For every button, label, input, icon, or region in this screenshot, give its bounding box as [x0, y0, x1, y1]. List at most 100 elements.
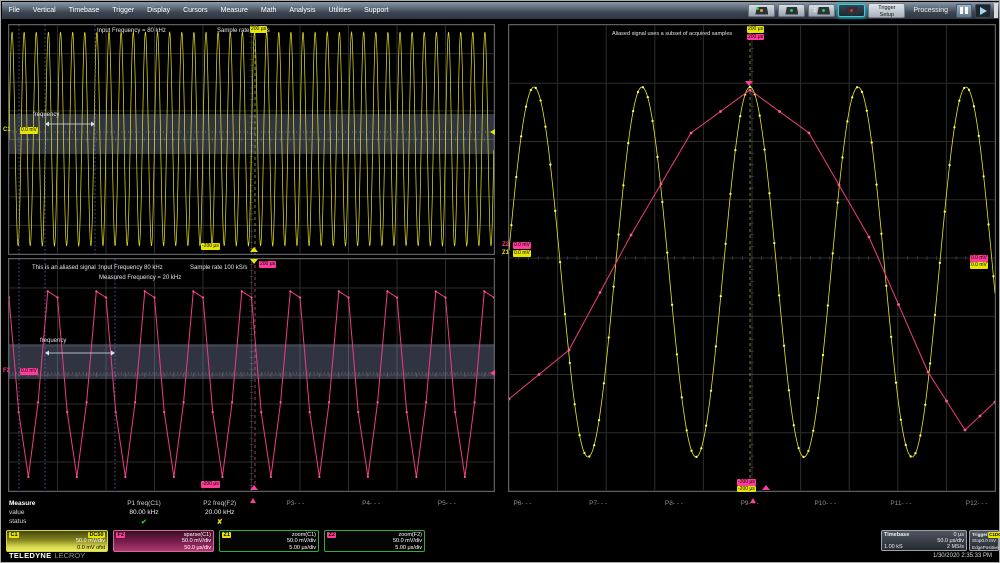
measure-value: 20.00 kHz — [205, 509, 235, 516]
brand-logo: TELEDYNE LECROY — [9, 551, 85, 560]
trigger-setup-button[interactable]: Trigger Setup — [868, 3, 906, 18]
measure-column-p2[interactable]: P2 freq(F2) 20.00 kHz ✘ — [203, 500, 236, 527]
status-check-icon: ✔ — [141, 519, 147, 526]
status-empty — [589, 518, 607, 527]
grid-panel-f2[interactable]: This is an aliased signal : Input Freque… — [3, 258, 495, 492]
menu-item-math[interactable]: Math — [254, 7, 283, 14]
measure-value — [665, 509, 683, 518]
menu-item-utilities[interactable]: Utilities — [322, 7, 358, 14]
menu-item-timebase[interactable]: Timebase — [62, 7, 105, 14]
measure-label: P6- - - — [513, 500, 532, 507]
measure-value — [741, 509, 759, 518]
trigger-descriptor[interactable]: Trigger C1DC Stop 0.0 mV Edge Positive — [969, 530, 1000, 551]
measure-value — [513, 509, 531, 518]
menu-item-cursors[interactable]: Cursors — [177, 7, 215, 14]
trace-descriptor-z2[interactable]: Z2 zoom(F2) 50.0 mV/div 5.00 μs/div — [324, 530, 425, 552]
trace-label-c1[interactable]: C1 — [3, 127, 11, 133]
zoom-time-flag-z2: 200 μs — [747, 33, 765, 40]
menu-item-file[interactable]: File — [2, 7, 26, 14]
z2-tdiv: 5.00 μs/div — [395, 544, 422, 551]
trace-descriptor-f2[interactable]: F2 sparse(C1) 50.0 mV/div 50.0 μs/div — [113, 530, 214, 552]
measure-column-p7[interactable]: P7- - - — [589, 500, 607, 527]
grid-panel-zoom[interactable]: Aliased signal uses a subset of acquired… — [502, 24, 996, 492]
frequency-cursor-label: frequency — [33, 112, 60, 118]
measure-value: 80.00 kHz — [129, 509, 159, 516]
measure-column-p11[interactable]: P11- - - — [890, 500, 911, 527]
measure-column-p12[interactable]: P12- - - — [966, 500, 988, 527]
channel-descriptor-c1[interactable]: C1 DC50 50.0 mV/div 0.0 mV ofst — [6, 530, 108, 552]
trigger-position-marker-icon — [250, 247, 258, 252]
grid-panel-c1[interactable]: Input Frequency = 80 kHz Sample rate 2 M… — [3, 24, 495, 255]
status-empty — [741, 518, 759, 527]
measure-column-p9[interactable]: P9- - - — [741, 500, 759, 527]
cursor-time-flag-f2[interactable]: 200 μs — [259, 261, 277, 268]
measure-column-p5[interactable]: P5- - - — [438, 500, 456, 527]
measure-row-value: value — [9, 509, 25, 516]
menu-item-display[interactable]: Display — [141, 7, 177, 14]
edge-level-tag-z2: 0.0 mV — [970, 255, 988, 262]
measure-label: P8- - - — [664, 500, 683, 507]
trace-descriptor-z1[interactable]: Z1 zoom(C1) 50.0 mV/div 5.00 μs/div — [219, 530, 319, 552]
trigger-position-marker-icon — [250, 485, 258, 490]
measure-label: P3- - - — [286, 500, 305, 507]
menu-item-trigger[interactable]: Trigger — [106, 7, 141, 14]
c1-offset: 0.0 mV ofst — [77, 544, 105, 551]
c1-badge: C1 — [9, 532, 20, 539]
oscilloscope-screen: File Vertical Timebase Trigger Display Cursor… — [0, 0, 1000, 563]
measure-column-p4[interactable]: P4- - - — [362, 500, 380, 527]
measure-row-header: Measure — [9, 500, 36, 507]
z1-badge: Z1 — [222, 532, 232, 539]
trigger-mode-buttons: 1 — [748, 4, 866, 17]
trace-level-tag-z1: 0.0 mV — [513, 250, 531, 257]
trigger-mode-single-button[interactable]: 1 — [808, 4, 836, 17]
menu-item-vertical[interactable]: Vertical — [26, 7, 62, 14]
measure-column-p6[interactable]: P6- - - — [513, 500, 531, 527]
measure-column-p10[interactable]: P10- - - — [814, 500, 836, 527]
timebase-descriptor[interactable]: Timebase 0 μs 50.0 μs/div 1.00 kS 2 MS/s — [881, 530, 967, 551]
status-empty — [286, 518, 304, 527]
menu-item-measure[interactable]: Measure — [214, 7, 254, 14]
waveform-zoom — [509, 25, 995, 491]
z1-tdiv: 5.00 μs/div — [289, 544, 316, 551]
trace-label-z1[interactable]: Z1 — [502, 250, 509, 256]
trigger-mode-auto-button[interactable] — [748, 4, 776, 17]
measure-label: P11- - - — [890, 500, 912, 507]
trace-level-tag-c1: 0.0 mV — [20, 127, 38, 134]
brand-lecroy: LECROY — [54, 551, 86, 560]
trigger-position-marker-icon — [250, 259, 258, 264]
clock-timestamp: 1/30/2020 2:35:33 PM — [932, 553, 992, 559]
status-empty — [438, 518, 456, 527]
timebase-rate: 2 MS/s — [946, 544, 964, 551]
measure-column-p8[interactable]: P8- - - — [665, 500, 683, 527]
pause-button[interactable] — [956, 3, 972, 18]
trigger-setup-label-2: Setup — [879, 11, 895, 18]
single-scope-icon — [817, 6, 831, 15]
measure-label: P1 freq(C1) — [127, 500, 161, 507]
trigger-mode-stop-button[interactable] — [838, 4, 866, 17]
annotation-measured-frequency: Measured Frequency = 20 kHz — [99, 275, 182, 281]
measure-label: P7- - - — [589, 500, 608, 507]
measure-column-p3[interactable]: P3- - - — [286, 500, 304, 527]
measure-value — [890, 509, 911, 518]
trigger-delay-label-f2: -200 μs — [201, 481, 220, 488]
measure-column-p1[interactable]: P1 freq(C1) 80.00 kHz ✔ — [127, 500, 161, 527]
play-icon — [979, 6, 987, 15]
menu-item-analysis[interactable]: Analysis — [283, 7, 322, 14]
waveform-c1 — [9, 25, 494, 254]
menu-item-support[interactable]: Support — [358, 7, 396, 14]
zoom-delay-label-z2: -200 μs — [737, 479, 756, 486]
frequency-cursor-label-f2: frequency — [40, 338, 67, 344]
status-empty — [890, 518, 911, 527]
menu-bar-items: File Vertical Timebase Trigger Display Cursor… — [2, 7, 395, 14]
single-count-label: 1 — [813, 7, 817, 14]
measure-value — [589, 509, 607, 518]
trace-label-z2[interactable]: Z2 — [502, 242, 509, 248]
zoom-delay-label-z1: -200 μs — [737, 485, 756, 492]
measure-label: P12- - - — [965, 500, 988, 507]
trigger-mode-normal-button[interactable] — [778, 4, 806, 17]
f2-tdiv: 50.0 μs/div — [184, 544, 211, 551]
play-button[interactable] — [975, 3, 991, 18]
cursor-time-flag-c1[interactable]: 200 μs — [250, 26, 268, 33]
measure-label: P5- - - — [437, 500, 456, 507]
trace-label-f2[interactable]: F2 — [3, 368, 10, 374]
